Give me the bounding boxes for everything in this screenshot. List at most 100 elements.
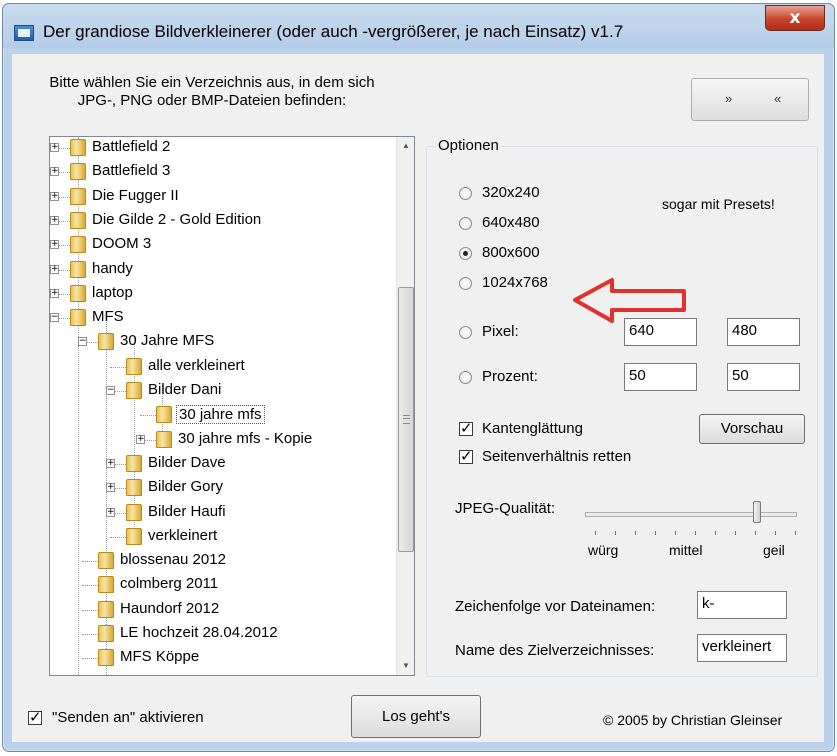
radio-640x480[interactable] — [459, 217, 472, 230]
collapse-icon[interactable]: − — [106, 386, 115, 395]
tree-node[interactable]: − 30 Jahre MFS — [50, 331, 396, 355]
expand-icon[interactable]: + — [50, 215, 59, 225]
tree-node-label: Bilder Haufi — [148, 502, 226, 520]
folder-tree[interactable]: + Battlefield 2 + Battlefield 3 + Die Fugger … — [49, 136, 415, 676]
tree-node-label: MFS Köppe — [120, 648, 200, 666]
radio-800x600[interactable] — [459, 247, 472, 260]
pixel-height-input[interactable]: 480 — [727, 318, 800, 346]
scroll-down-icon[interactable]: ▼ — [397, 657, 414, 675]
percent-height-input[interactable]: 50 — [727, 363, 800, 391]
tree-node[interactable]: + Die Gilde 2 - Gold Edition — [50, 210, 396, 234]
tree-node[interactable]: + handy — [50, 259, 396, 283]
expand-icon[interactable]: + — [50, 143, 59, 152]
folder-icon — [70, 284, 86, 302]
jpeg-quality-thumb[interactable] — [753, 501, 762, 523]
folder-icon — [98, 333, 114, 351]
folder-tree-list: + Battlefield 2 + Battlefield 3 + Die Fugger … — [50, 137, 396, 675]
tree-node[interactable]: Haundorf 2012 — [50, 599, 396, 623]
radio-label-320x240: 320x240 — [482, 184, 540, 201]
send-to-label: "Senden an" aktivieren — [52, 709, 204, 726]
app-window: Der grandiose Bildverkleinerer (oder auc… — [2, 3, 835, 752]
title-bar[interactable]: Der grandiose Bildverkleinerer (oder auc… — [3, 4, 834, 48]
folder-icon — [70, 260, 86, 278]
folder-icon — [98, 576, 114, 594]
pixel-width-input[interactable]: 640 — [624, 318, 697, 346]
close-icon: x — [789, 8, 801, 28]
radio-percent[interactable] — [459, 371, 472, 384]
scroll-up-icon[interactable]: ▲ — [397, 137, 414, 155]
tree-node[interactable]: + Bilder Gory — [50, 477, 396, 501]
tree-node[interactable]: + Battlefield 3 — [50, 161, 396, 185]
tree-node[interactable]: − Bilder Dani — [50, 380, 396, 404]
tree-node[interactable]: + DOOM 3 — [50, 234, 396, 258]
tree-node[interactable]: blossenau 2012 — [50, 550, 396, 574]
folder-icon — [156, 430, 172, 448]
slider-tick — [675, 531, 676, 535]
aspect-ratio-checkbox[interactable] — [459, 447, 473, 465]
expand-icon[interactable]: + — [106, 507, 115, 517]
radio-label-1024x768: 1024x768 — [482, 274, 548, 291]
expand-icon[interactable]: + — [106, 483, 115, 493]
copyright-text: © 2005 by Christian Gleinser — [603, 712, 783, 728]
prefix-label: Zeichenfolge vor Dateinamen: — [455, 598, 656, 615]
folder-icon — [126, 479, 142, 497]
tree-node-label: Bilder Dave — [148, 453, 226, 471]
expand-icon[interactable]: + — [50, 288, 59, 298]
folder-icon — [156, 406, 172, 424]
expand-icon[interactable]: + — [50, 167, 59, 177]
start-button[interactable]: Los geht's — [351, 695, 481, 738]
expand-icon[interactable]: + — [106, 458, 115, 468]
preview-button[interactable]: Vorschau — [699, 414, 805, 444]
tree-node[interactable]: + Bilder Dave — [50, 453, 396, 477]
tree-node-label: MFS — [92, 308, 124, 326]
tree-node-label: 30 Jahre MFS — [120, 332, 215, 350]
tree-node-label: 30 jahre mfs — [176, 405, 265, 425]
percent-label: Prozent: — [482, 368, 538, 385]
prefix-input[interactable]: k- — [697, 591, 787, 619]
tree-node[interactable]: + laptop — [50, 283, 396, 307]
target-dir-label: Name des Zielverzeichnisses: — [455, 642, 655, 659]
tree-scrollbar[interactable]: ▲ ▼ — [396, 137, 414, 675]
target-dir-input[interactable]: verkleinert — [697, 634, 787, 662]
tree-node[interactable]: 30 jahre mfs — [50, 404, 396, 428]
send-to-checkbox[interactable] — [28, 708, 42, 726]
folder-icon — [70, 236, 86, 254]
tree-node-label: laptop — [92, 283, 133, 301]
client-area: Bitte wählen Sie ein Verzeichnis aus, in… — [12, 54, 824, 742]
radio-320x240[interactable] — [459, 187, 472, 200]
folder-icon — [126, 357, 142, 375]
tree-node[interactable]: + Bilder Haufi — [50, 502, 396, 526]
scroll-thumb[interactable] — [398, 287, 414, 552]
collapse-icon[interactable]: − — [50, 313, 59, 323]
tree-node[interactable]: − MFS — [50, 307, 396, 331]
tree-node[interactable]: verkleinert — [50, 526, 396, 550]
slider-tick — [755, 531, 756, 535]
jpeg-quality-slider[interactable] — [585, 512, 797, 517]
tree-node[interactable]: + Die Fugger II — [50, 186, 396, 210]
close-button[interactable]: x — [765, 5, 825, 31]
radio-pixel[interactable] — [459, 326, 472, 339]
nav-toggle-button[interactable]: » « — [691, 78, 809, 121]
antialias-checkbox[interactable] — [459, 419, 473, 437]
folder-icon — [70, 187, 86, 205]
slider-tick — [655, 531, 656, 535]
tree-node-label: colmberg 2011 — [120, 575, 219, 593]
radio-1024x768[interactable] — [459, 277, 472, 290]
percent-width-input[interactable]: 50 — [624, 363, 697, 391]
tree-node[interactable]: MFS Köppe — [50, 647, 396, 671]
tree-node[interactable]: + Battlefield 2 — [50, 137, 396, 161]
tree-node-label: LE hochzeit 28.04.2012 — [120, 624, 278, 641]
expand-icon[interactable]: + — [136, 434, 145, 444]
tree-node-label: Die Gilde 2 - Gold Edition — [92, 210, 262, 228]
tree-node[interactable]: +30 jahre mfs - Kopie — [50, 429, 396, 453]
tree-node[interactable]: colmberg 2011 — [50, 574, 396, 598]
expand-icon[interactable]: + — [50, 240, 59, 250]
expand-icon[interactable]: + — [50, 264, 59, 274]
slider-tick — [735, 531, 736, 535]
collapse-icon[interactable]: − — [78, 337, 87, 347]
expand-icon[interactable]: + — [50, 191, 59, 201]
tree-node[interactable]: alle verkleinert — [50, 356, 396, 380]
slider-tick — [695, 531, 696, 535]
folder-icon — [98, 625, 114, 642]
tree-node[interactable]: LE hochzeit 28.04.2012 — [50, 623, 396, 647]
